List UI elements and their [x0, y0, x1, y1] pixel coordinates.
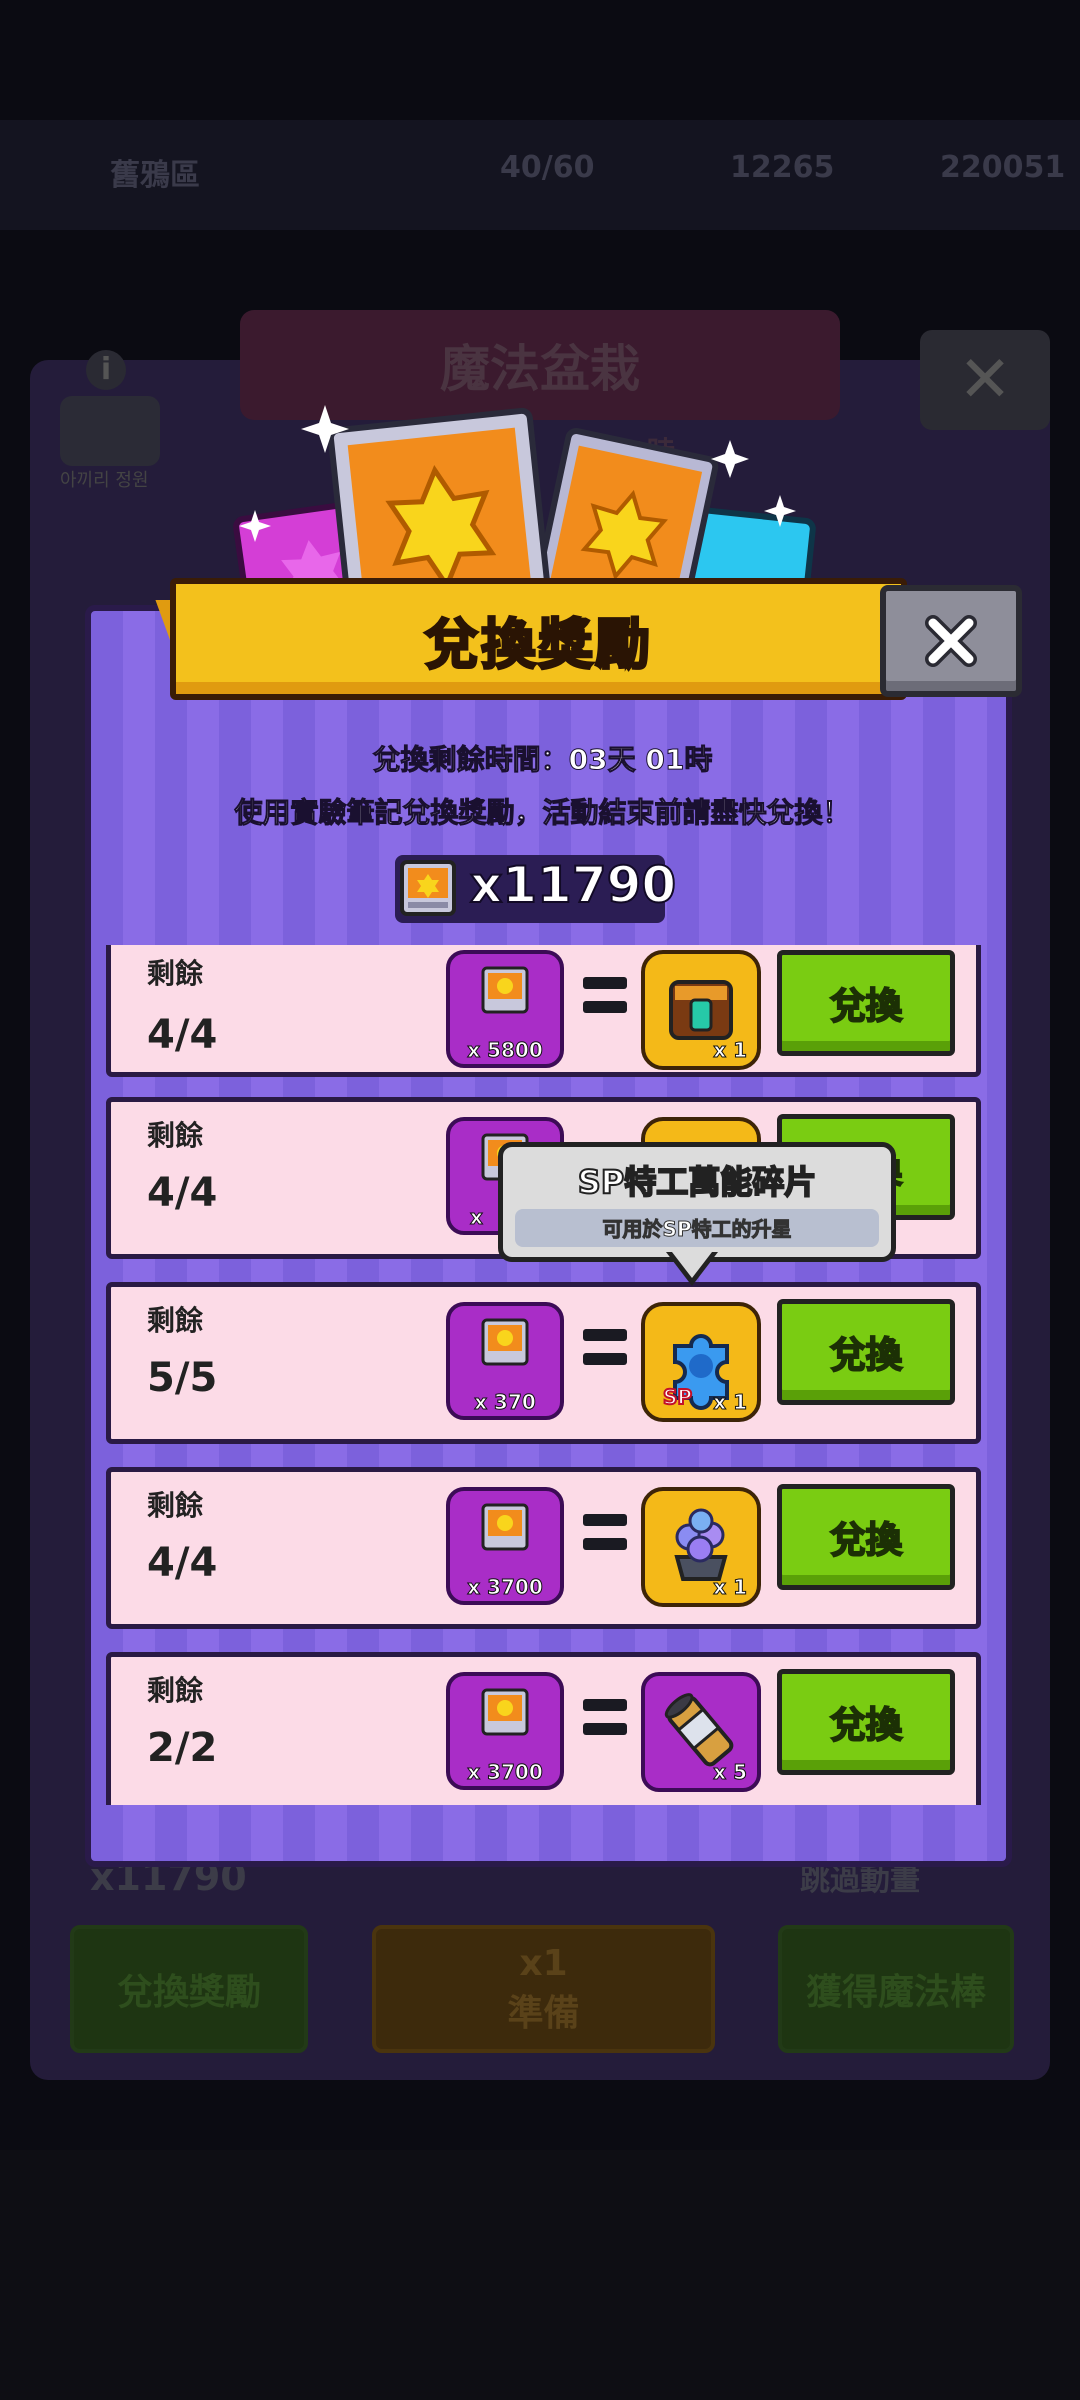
tooltip-arrow-inner — [672, 1252, 712, 1278]
bg-area-name: 舊鴉區 — [110, 158, 200, 193]
info-icon[interactable]: i — [86, 350, 126, 390]
exchange-button[interactable]: 兌換 — [777, 1299, 955, 1405]
reward-row-4: 剩餘 4/4 x 3700 x 1 兌換 — [106, 1467, 981, 1629]
remaining-count: 4/4 — [147, 1170, 218, 1216]
exchange-button[interactable]: 兌換 — [777, 1669, 955, 1775]
reward-tile[interactable]: x 1 — [641, 1487, 761, 1607]
exchange-button[interactable]: 兌換 — [777, 950, 955, 1056]
notebook-icon — [400, 860, 456, 916]
reward-row-3: 剩餘 5/5 x 370 SP x 1 兌換 — [106, 1282, 981, 1444]
close-button[interactable] — [880, 585, 1022, 697]
avatar-label: 아끼리 정원 — [60, 470, 149, 491]
reward-row-5: 剩餘 2/2 x 3700 x 5 兌換 — [106, 1652, 981, 1805]
reward-quantity: x 1 — [713, 1390, 748, 1415]
bg-ready-button[interactable]: x1 準備 — [372, 1925, 715, 2053]
modal-title: 兌換獎勵 — [423, 611, 653, 677]
reward-row-1: 剩餘 4/4 x 5800 x 1 兌換 — [106, 945, 981, 1077]
tooltip-title: SP特工萬能碎片 — [577, 1162, 818, 1202]
notebook-icon — [481, 1503, 529, 1551]
bg-exchange-rewards-button[interactable]: 兌換獎勵 — [70, 1925, 308, 2053]
remaining-label: 剩餘 — [147, 957, 204, 990]
item-tooltip: SP特工萬能碎片 可用於SP特工的升星 — [498, 1142, 896, 1262]
reward-list[interactable]: 剩餘 4/4 x 5800 x 1 兌換 剩餘 4/4 x 兌換 剩餘 5/5 … — [106, 945, 981, 1805]
background-top-bar: 舊鴉區 40/60 12265 220051 — [0, 120, 1080, 230]
remaining-label: 剩餘 — [147, 1119, 204, 1152]
instruction-text: 使用實驗筆記兌換獎勵，活動結束前請盡快兌換！ — [234, 796, 851, 830]
remaining-count: 4/4 — [147, 1012, 218, 1058]
remaining-label: 剩餘 — [147, 1489, 204, 1522]
balance-amount: x11790 — [469, 855, 677, 915]
cost-amount: x 3700 — [467, 1760, 544, 1785]
reward-quantity: x 1 — [713, 1575, 748, 1600]
bg-ready-count: x1 — [519, 1942, 568, 1984]
cost-amount: x 370 — [474, 1390, 537, 1415]
bg-stat-3: 220051 — [940, 150, 1066, 185]
equals-icon — [583, 1514, 627, 1562]
remaining-label: 剩餘 — [147, 1674, 204, 1707]
bg-ready-label: 準備 — [507, 1992, 580, 2034]
notebook-icon — [481, 966, 529, 1014]
cost-tile: x 3700 — [446, 1487, 564, 1605]
bg-stat-2: 12265 — [730, 150, 835, 185]
bg-get-wand-button[interactable]: 獲得魔法棒 — [778, 1925, 1014, 2053]
cost-tile: x 370 — [446, 1302, 564, 1420]
equals-icon — [583, 1329, 627, 1377]
tooltip-description: 可用於SP特工的升星 — [602, 1217, 792, 1242]
cost-tile: x 5800 — [446, 950, 564, 1068]
reward-tile[interactable]: SP x 1 — [641, 1302, 761, 1422]
remaining-count: 5/5 — [147, 1355, 218, 1401]
remaining-time-text: 兌換剩餘時間：03天 01時 — [372, 743, 713, 777]
svg-text:SP: SP — [663, 1385, 692, 1409]
reward-tile[interactable]: x 5 — [641, 1672, 761, 1792]
header-ribbon: 兌換獎勵 — [170, 578, 907, 700]
background-bottom-nav — [0, 2150, 1080, 2400]
notebook-icon — [481, 1688, 529, 1736]
remaining-count: 4/4 — [147, 1540, 218, 1586]
reward-quantity: x 5 — [713, 1760, 748, 1785]
reward-tile[interactable]: x 1 — [641, 950, 761, 1070]
exchange-button[interactable]: 兌換 — [777, 1484, 955, 1590]
bg-stat-1: 40/60 — [500, 150, 595, 185]
cost-amount: x 5800 — [467, 1038, 544, 1063]
equals-icon — [583, 1699, 627, 1747]
equals-icon — [583, 977, 627, 1025]
notebook-icon — [481, 1318, 529, 1366]
background-avatar: i 아끼리 정원 — [60, 350, 180, 500]
remaining-label: 剩餘 — [147, 1304, 204, 1337]
close-icon — [925, 615, 977, 667]
reward-quantity: x 1 — [713, 1038, 748, 1063]
cost-amount: x 3700 — [467, 1575, 544, 1600]
remaining-count: 2/2 — [147, 1725, 218, 1771]
cost-tile: x 3700 — [446, 1672, 564, 1790]
background-close-button[interactable]: ✕ — [920, 330, 1050, 430]
